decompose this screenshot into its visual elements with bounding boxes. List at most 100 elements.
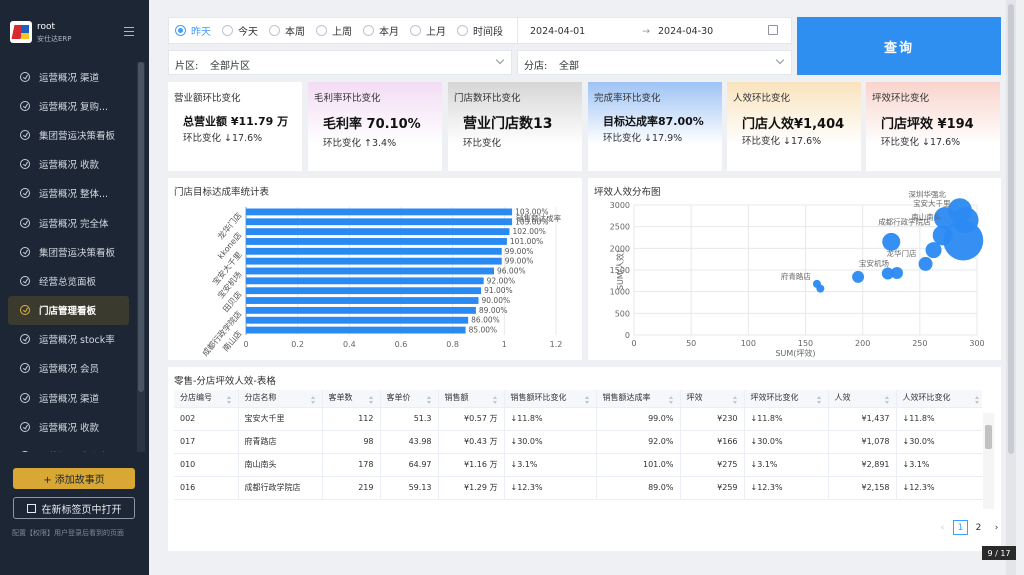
table-cell: 99.0%	[596, 407, 681, 431]
sort-icon[interactable]	[226, 396, 232, 405]
kpi-card-title: 坪效环比变化	[872, 93, 930, 104]
dashboard-icon	[20, 363, 30, 374]
sidebar-item[interactable]: 运营概况 收款	[0, 150, 137, 179]
period-radio[interactable]: 今天	[222, 23, 258, 38]
scatter-point-label: 宝安大千里	[913, 198, 951, 208]
scatter-point	[852, 270, 865, 283]
table-row[interactable]: 010 南山南头 178 64.97 ¥1.16 万 ↓3.1% 101.0% ¥275 ↓3.…	[174, 453, 982, 477]
date-range-picker[interactable]: 2024-04-01 → 2024-04-30	[517, 17, 792, 44]
period-radio[interactable]: 时间段	[457, 23, 503, 38]
table-header[interactable]: 销售额环比变化	[504, 390, 597, 408]
table-cell: ↓11.8%	[744, 407, 829, 431]
sort-icon[interactable]	[368, 396, 374, 405]
bar	[246, 238, 507, 245]
sidebar-item[interactable]: 运营概况 渠道	[0, 62, 137, 91]
sidebar-item[interactable]: 集团营运决策看板	[0, 237, 137, 266]
table-cell: ¥2,158	[828, 476, 897, 500]
sort-icon[interactable]	[426, 396, 432, 405]
sort-icon[interactable]	[732, 396, 738, 405]
table-cell: ↓12.3%	[504, 476, 597, 500]
period-radio[interactable]: 上月	[410, 23, 446, 38]
sort-icon[interactable]	[816, 396, 822, 405]
next-page-icon[interactable]: ›	[989, 520, 1004, 535]
sidebar-item[interactable]: 运营概况 收款	[0, 412, 137, 441]
kpi-card: 人效环比变化 门店人效¥1,404 环比变化 ↓17.6%	[727, 82, 861, 171]
dashboard-icon	[20, 246, 30, 257]
page-number-button[interactable]: 2	[971, 520, 986, 535]
sidebar-item[interactable]: 运营概况 复购...	[0, 91, 137, 120]
sidebar-scrollbar[interactable]	[137, 62, 145, 452]
period-radio-label: 上周	[332, 27, 352, 38]
table-header[interactable]: 分店名称	[238, 390, 323, 408]
sidebar-item[interactable]: 运营概况 渠道	[0, 383, 137, 412]
table-cell: 43.98	[380, 430, 439, 454]
sidebar-item[interactable]: 运营概况 stock率	[0, 325, 137, 354]
table-panel: 零售-分店坪效人效-表格 分店编号 分店名称 客单数 客单价 销售额 销售额环比变化 销售额…	[168, 367, 1001, 551]
table-header[interactable]: 客单价	[380, 390, 439, 408]
bar-legend-label: 销售额达成率	[516, 213, 561, 223]
kpi-card-change: 环比变化 ↑3.4%	[323, 138, 397, 149]
table-header[interactable]: 销售额	[438, 390, 505, 408]
sidebar-item[interactable]: 运营概况 完全体	[0, 208, 137, 237]
open-new-tab-button[interactable]: 在新标签页中打开	[13, 497, 135, 519]
table-scrollbar[interactable]	[983, 413, 994, 509]
table-cell: 017	[174, 430, 239, 454]
sidebar-item-label: 运营概况 收款	[39, 160, 100, 172]
sidebar-item[interactable]: 门店管理看板	[8, 295, 129, 325]
table-header[interactable]: 人效环比变化	[896, 390, 982, 408]
store-select[interactable]: 分店: 全部	[517, 50, 792, 75]
period-radio[interactable]: 昨天	[175, 23, 211, 38]
scatter-x-tick: 250	[912, 339, 927, 348]
bar	[246, 218, 513, 226]
scatter-x-tick: 0	[631, 339, 636, 348]
period-radio[interactable]: 本周	[269, 23, 305, 38]
kpi-card-change: 环比变化 ↓17.6%	[881, 137, 961, 148]
sidebar-item[interactable]: 运营概况 会员	[0, 354, 137, 383]
table-header[interactable]: 销售额达成率	[596, 390, 681, 408]
main-scrollbar[interactable]	[1006, 0, 1016, 575]
area-select[interactable]: 片区: 全部片区	[168, 50, 512, 75]
prev-page-icon[interactable]: ‹	[935, 520, 950, 535]
kpi-card-change: 环比变化 ↓17.6%	[183, 133, 263, 144]
sort-icon[interactable]	[884, 396, 890, 405]
sidebar-item[interactable]: 运营概况 出库率	[0, 441, 137, 452]
table-cell: 59.13	[380, 476, 439, 500]
menu-collapse-icon[interactable]	[124, 27, 134, 36]
bar-value-label: 99.00%	[505, 257, 534, 266]
sort-icon[interactable]	[668, 396, 674, 405]
sidebar-item[interactable]: 运营概况 整体...	[0, 179, 137, 208]
period-radio[interactable]: 本月	[363, 23, 399, 38]
table-header[interactable]: 分店编号	[174, 390, 239, 408]
table-cell: 101.0%	[596, 453, 681, 477]
table-header[interactable]: 坪效	[680, 390, 745, 408]
sidebar-item-label: 运营概况 复购...	[39, 101, 109, 113]
sort-icon[interactable]	[584, 396, 590, 405]
dashboard-icon	[20, 129, 30, 140]
kpi-card-title: 毛利率环比变化	[314, 93, 381, 104]
sort-icon[interactable]	[310, 396, 316, 405]
kpi-card-title: 人效环比变化	[733, 93, 791, 104]
table-row[interactable]: 016 成都行政学院店 219 59.13 ¥1.29 万 ↓12.3% 89.0% ¥259…	[174, 476, 982, 500]
scatter-y-tick: 2500	[610, 223, 630, 232]
data-table: 分店编号 分店名称 客单数 客单价 销售额 销售额环比变化 销售额达成率 坪效 坪效环比变化 人效…	[174, 390, 982, 500]
sort-icon[interactable]	[492, 396, 498, 405]
page-number-button[interactable]: 1	[953, 520, 968, 535]
area-label: 片区:	[175, 61, 199, 72]
table-header[interactable]: 坪效环比变化	[744, 390, 829, 408]
scatter-x-tick: 50	[686, 339, 696, 348]
sort-icon[interactable]	[974, 396, 980, 405]
query-button[interactable]: 查询	[797, 17, 1001, 75]
sidebar-item-label: 运营概况 收款	[39, 422, 100, 434]
table-cell: 219	[322, 476, 381, 500]
table-header-label: 客单数	[328, 393, 353, 403]
kpi-card-value: 总营业额 ¥11.79 万	[183, 115, 289, 128]
table-row[interactable]: 002 宝安大千里 112 51.3 ¥0.57 万 ↓11.8% 99.0% ¥230 ↓11…	[174, 407, 982, 431]
period-radio[interactable]: 上周	[316, 23, 352, 38]
add-story-button[interactable]: + 添加故事页	[13, 468, 135, 489]
table-header[interactable]: 人效	[828, 390, 897, 408]
sidebar-item[interactable]: 集团营运决策看板	[0, 120, 137, 149]
sidebar-item-label: 经营总览面板	[39, 276, 97, 288]
table-row[interactable]: 017 府青路店 98 43.98 ¥0.43 万 ↓30.0% 92.0% ¥166 ↓30.…	[174, 430, 982, 454]
table-header[interactable]: 客单数	[322, 390, 381, 408]
sidebar-item[interactable]: 经营总览面板	[0, 266, 137, 295]
